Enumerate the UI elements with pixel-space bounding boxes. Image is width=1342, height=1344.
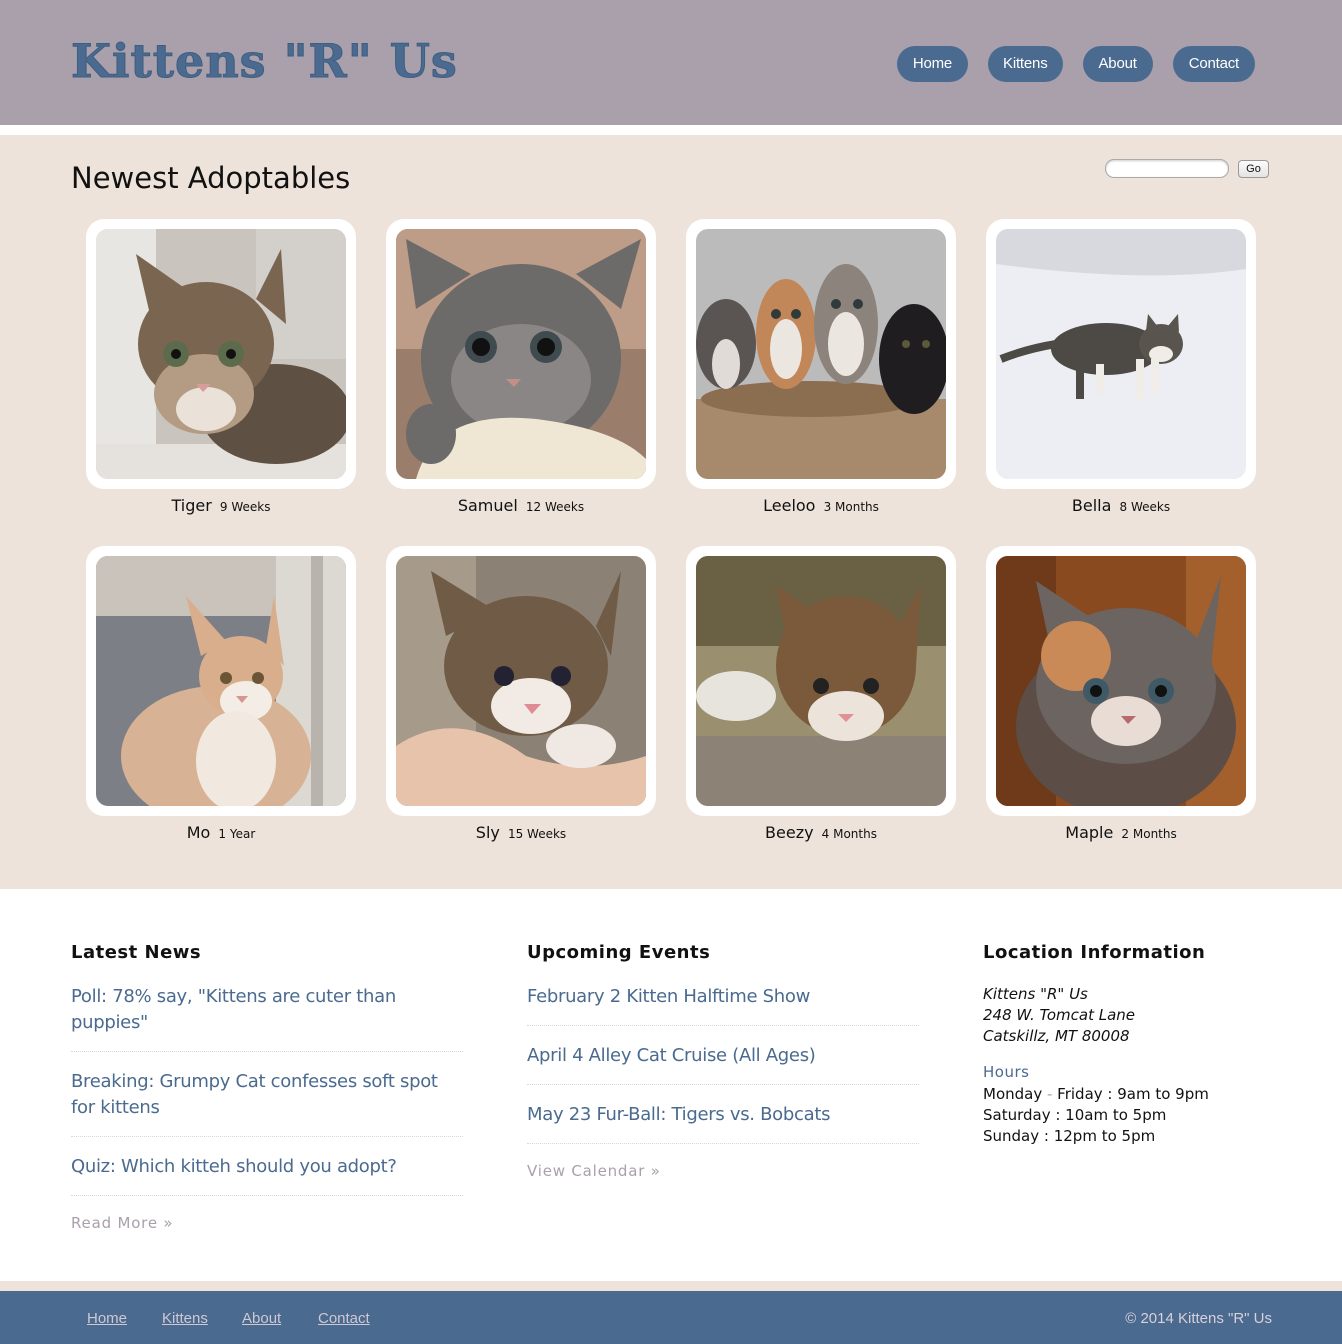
divider — [527, 1143, 919, 1144]
event-link[interactable]: February 2 Kitten Halftime Show — [527, 984, 810, 1010]
search-input[interactable] — [1105, 159, 1229, 178]
kitten-age: 3 Months — [823, 500, 879, 514]
kitten-card-sly[interactable] — [386, 546, 656, 816]
nav-kittens-button[interactable]: Kittens — [988, 46, 1063, 82]
kitten-name: Beezy — [765, 823, 814, 842]
kitten-age: 12 Weeks — [525, 500, 585, 514]
divider — [71, 1051, 463, 1052]
hours-text: Monday — [983, 1085, 1043, 1103]
hours-dash: - — [1042, 1085, 1058, 1103]
search-go-button[interactable]: Go — [1238, 160, 1269, 178]
page-title: Newest Adoptables — [71, 161, 351, 195]
kitten-age: 15 Weeks — [507, 827, 567, 841]
hours-line: Saturday : 10am to 5pm — [983, 1106, 1167, 1124]
news-link[interactable]: Quiz: Which kitteh should you adopt? — [71, 1154, 397, 1180]
kitten-caption: Samuel 12 Weeks — [386, 496, 656, 515]
kitten-name: Tiger — [171, 496, 212, 515]
kitten-card-bella[interactable] — [986, 219, 1256, 489]
kitten-card-tiger[interactable] — [86, 219, 356, 489]
kitten-name: Leeloo — [763, 496, 816, 515]
footer-about-link[interactable]: About — [242, 1310, 281, 1327]
kitten-photo[interactable] — [396, 229, 646, 479]
kitten-caption: Mo 1 Year — [86, 823, 356, 842]
kitten-photo[interactable] — [996, 229, 1246, 479]
divider — [527, 1025, 919, 1026]
kitten-caption: Sly 15 Weeks — [386, 823, 656, 842]
divider — [71, 1195, 463, 1196]
hours-heading: Hours — [983, 1063, 1030, 1081]
kitten-card-beezy[interactable] — [686, 546, 956, 816]
kitten-caption: Leeloo 3 Months — [686, 496, 956, 515]
kitten-card-maple[interactable] — [986, 546, 1256, 816]
read-more-link[interactable]: Read More » — [71, 1214, 173, 1232]
event-link[interactable]: April 4 Alley Cat Cruise (All Ages) — [527, 1043, 816, 1069]
main-nav: Home Kittens About Contact — [896, 46, 1255, 82]
kitten-name: Bella — [1071, 496, 1112, 515]
nav-contact-button[interactable]: Contact — [1172, 46, 1255, 82]
hours-line: Sunday : 12pm to 5pm — [983, 1127, 1156, 1145]
kitten-age: 1 Year — [218, 827, 256, 841]
kitten-photo[interactable] — [696, 229, 946, 479]
nav-about-button[interactable]: About — [1082, 46, 1153, 82]
footer-contact-link[interactable]: Contact — [318, 1310, 370, 1327]
events-heading: Upcoming Events — [527, 942, 711, 963]
divider — [71, 1136, 463, 1137]
site-logo[interactable]: Kittens "R" Us — [71, 34, 458, 89]
hours-line: Monday - Friday : 9am to 9pm — [983, 1084, 1209, 1105]
kitten-name: Samuel — [457, 496, 518, 515]
kitten-age: 9 Weeks — [219, 500, 271, 514]
hours-text: Friday : 9am to 9pm — [1057, 1085, 1209, 1103]
divider — [527, 1084, 919, 1085]
news-link-line: for kittens — [71, 1097, 160, 1118]
site-footer: Home Kittens About Contact © 2014 Kitten… — [0, 1291, 1342, 1344]
kitten-caption: Tiger 9 Weeks — [86, 496, 356, 515]
news-heading: Latest News — [71, 942, 202, 963]
nav-home-button[interactable]: Home — [896, 46, 969, 82]
kitten-card-samuel[interactable] — [386, 219, 656, 489]
kitten-age: 2 Months — [1121, 827, 1177, 841]
event-link[interactable]: May 23 Fur-Ball: Tigers vs. Bobcats — [527, 1102, 830, 1128]
footer-divider — [0, 1281, 1342, 1291]
address-line: 248 W. Tomcat Lane — [983, 1006, 1136, 1024]
news-link-line: puppies" — [71, 1012, 149, 1033]
copyright-text: © 2014 Kittens "R" Us — [1125, 1310, 1272, 1327]
address-line: Catskillz, MT 80008 — [983, 1027, 1130, 1045]
site-header: Kittens "R" Us Home Kittens About Contac… — [0, 0, 1342, 125]
kitten-name: Sly — [475, 823, 500, 842]
kitten-photo[interactable] — [996, 556, 1246, 806]
kitten-age: 8 Weeks — [1119, 500, 1171, 514]
kitten-card-leeloo[interactable] — [686, 219, 956, 489]
adoptables-section: Newest Adoptables Go Tiger 9 Weeks Samue… — [0, 135, 1342, 889]
kitten-caption: Maple 2 Months — [986, 823, 1256, 842]
kitten-name: Mo — [186, 823, 211, 842]
news-link-line: Breaking: Grumpy Cat confesses soft spot — [71, 1071, 438, 1092]
kitten-card-mo[interactable] — [86, 546, 356, 816]
location-heading: Location Information — [983, 942, 1206, 963]
kitten-photo[interactable] — [396, 556, 646, 806]
news-link-line: Poll: 78% say, "Kittens are cuter than — [71, 986, 396, 1007]
kitten-name: Maple — [1065, 823, 1114, 842]
kitten-photo[interactable] — [96, 229, 346, 479]
kitten-photo[interactable] — [696, 556, 946, 806]
kitten-photo[interactable] — [96, 556, 346, 806]
view-calendar-link[interactable]: View Calendar » — [527, 1162, 661, 1180]
kitten-caption: Bella 8 Weeks — [986, 496, 1256, 515]
kitten-caption: Beezy 4 Months — [686, 823, 956, 842]
kitten-age: 4 Months — [821, 827, 877, 841]
address-line: Kittens "R" Us — [983, 985, 1088, 1003]
footer-home-link[interactable]: Home — [87, 1310, 127, 1327]
news-link[interactable]: Breaking: Grumpy Cat confesses soft spot… — [71, 1069, 438, 1121]
footer-kittens-link[interactable]: Kittens — [162, 1310, 208, 1327]
news-link[interactable]: Poll: 78% say, "Kittens are cuter than p… — [71, 984, 396, 1036]
